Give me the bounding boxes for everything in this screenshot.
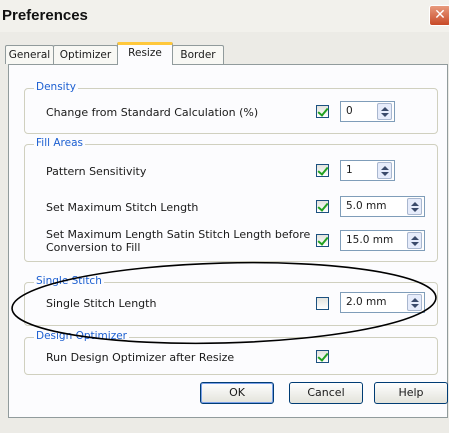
max-satin-length-label-line2: Conversion to Fill xyxy=(46,241,141,254)
max-satin-length-label: Set Maximum Length Satin Stitch Length b… xyxy=(46,228,311,241)
tab-resize[interactable]: Resize xyxy=(117,42,173,65)
density-group-title: Density xyxy=(34,81,78,93)
close-icon: ✕ xyxy=(434,7,446,23)
help-button[interactable]: Help xyxy=(374,382,448,404)
spinner-arrows-icon[interactable] xyxy=(407,232,422,249)
title-bar: Preferences ✕ xyxy=(0,0,449,33)
stepper-value[interactable]: 1 xyxy=(346,164,353,176)
tab-optimizer[interactable]: Optimizer xyxy=(53,45,118,64)
single-stitch-length-label: Single Stitch Length xyxy=(46,297,157,310)
ok-button[interactable]: OK xyxy=(200,382,274,404)
single-stitch-group-title: Single Stitch xyxy=(34,275,104,287)
cancel-button[interactable]: Cancel xyxy=(289,382,363,404)
change-standard-calc-checkbox[interactable] xyxy=(316,105,329,118)
stepper-value[interactable]: 0 xyxy=(346,105,353,117)
change-standard-calc-label: Change from Standard Calculation (%) xyxy=(46,106,259,119)
tab-general[interactable]: General xyxy=(5,45,54,64)
tab-border[interactable]: Border xyxy=(172,45,224,64)
close-button[interactable]: ✕ xyxy=(429,5,449,26)
max-satin-length-stepper[interactable]: 15.0 mm xyxy=(340,230,425,251)
window-title: Preferences xyxy=(2,7,88,24)
fill-areas-group-title: Fill Areas xyxy=(34,137,85,149)
spinner-arrows-icon[interactable] xyxy=(407,294,422,311)
run-design-optimizer-checkbox[interactable] xyxy=(316,350,329,363)
pattern-sensitivity-label: Pattern Sensitivity xyxy=(46,165,147,178)
max-stitch-length-checkbox[interactable] xyxy=(316,200,329,213)
single-stitch-length-stepper[interactable]: 2.0 mm xyxy=(340,292,425,313)
spinner-arrows-icon[interactable] xyxy=(407,198,422,215)
pattern-sensitivity-stepper[interactable]: 1 xyxy=(340,160,395,181)
design-optimizer-group-title: Design Optimizer xyxy=(34,330,129,342)
spinner-arrows-icon[interactable] xyxy=(377,162,392,179)
spinner-arrows-icon[interactable] xyxy=(377,103,392,120)
run-design-optimizer-label: Run Design Optimizer after Resize xyxy=(46,351,235,364)
pattern-sensitivity-checkbox[interactable] xyxy=(316,164,329,177)
max-satin-length-checkbox[interactable] xyxy=(316,234,329,247)
stepper-value[interactable]: 5.0 mm xyxy=(346,200,387,212)
stepper-value[interactable]: 15.0 mm xyxy=(346,234,393,246)
change-standard-calc-stepper[interactable]: 0 xyxy=(340,101,395,122)
stepper-value[interactable]: 2.0 mm xyxy=(346,296,387,308)
single-stitch-length-checkbox[interactable] xyxy=(316,297,329,310)
max-stitch-length-label: Set Maximum Stitch Length xyxy=(46,201,199,214)
max-stitch-length-stepper[interactable]: 5.0 mm xyxy=(340,196,425,217)
